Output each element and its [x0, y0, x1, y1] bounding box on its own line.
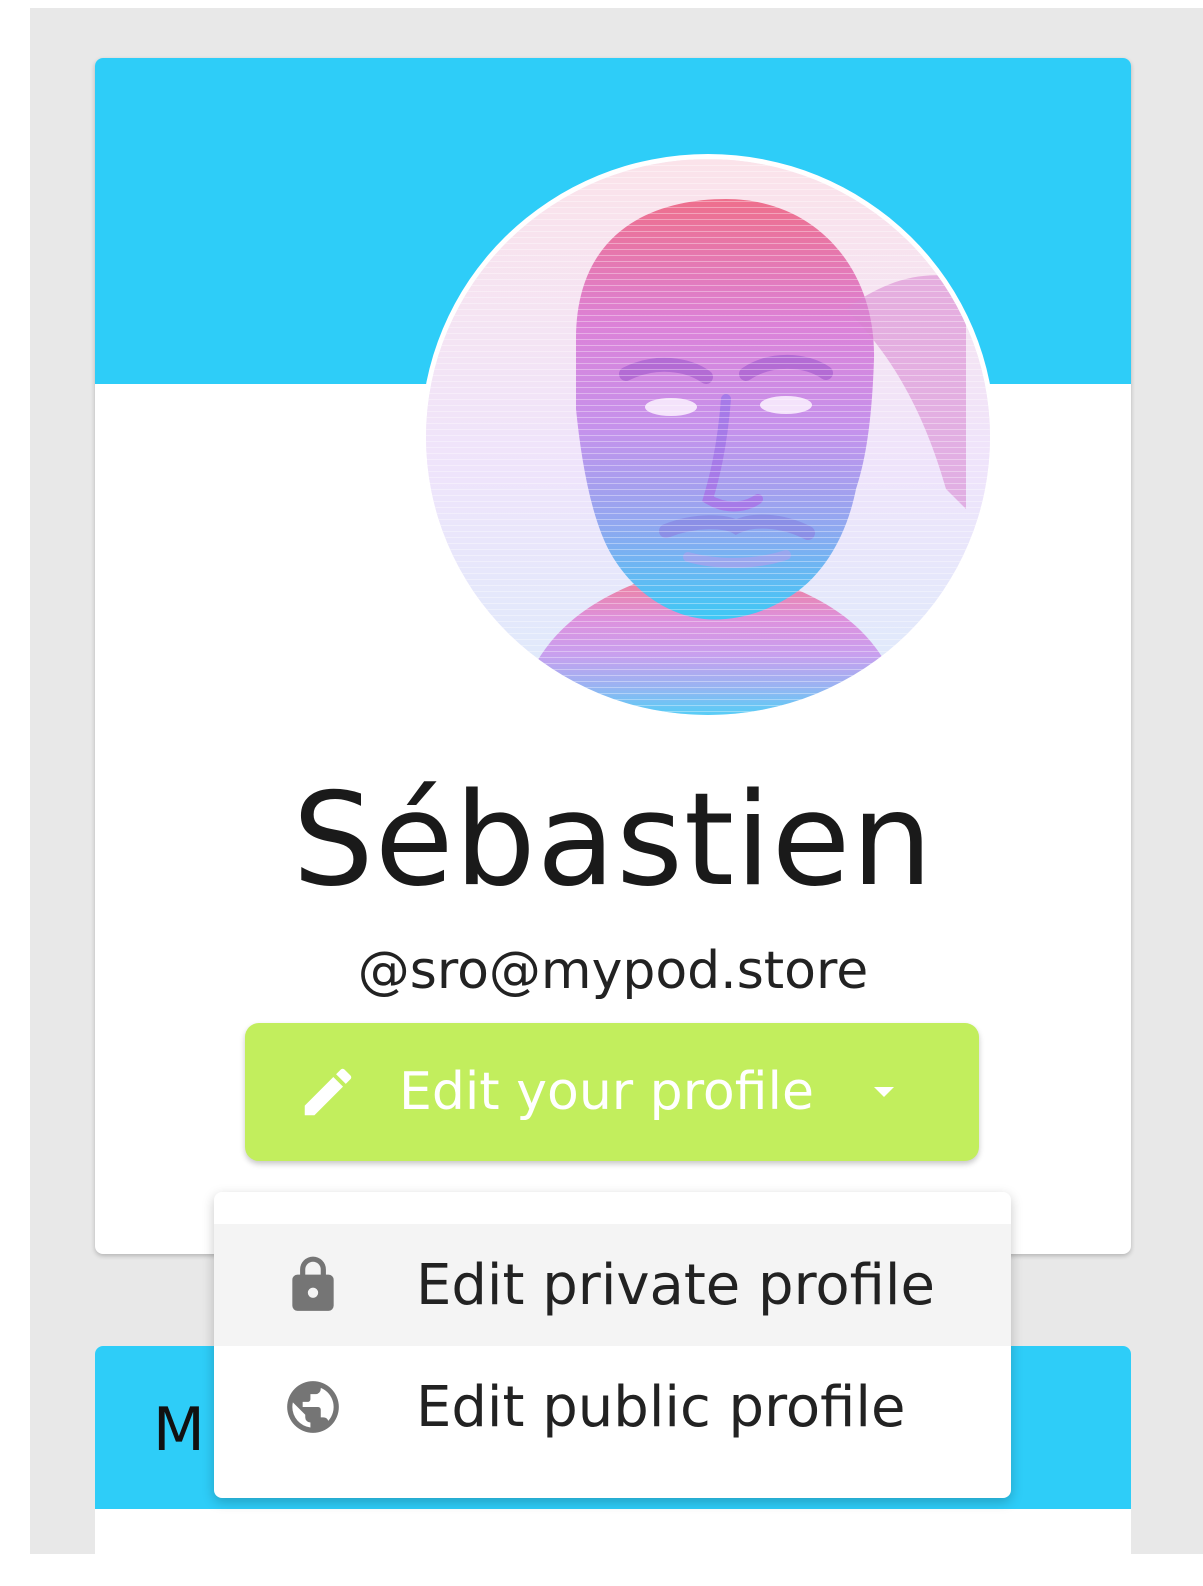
- lock-icon: [292, 1256, 334, 1311]
- avatar[interactable]: [421, 154, 995, 720]
- profile-name: Sébastien: [292, 766, 934, 915]
- menu-item-edit-private-profile[interactable]: Edit private profile: [214, 1224, 1011, 1346]
- caret-down-icon: [873, 1087, 894, 1097]
- edit-profile-dropdown: Edit private profile Edit public profile: [214, 1192, 1011, 1498]
- pencil-icon: [304, 1068, 352, 1116]
- profile-handle: @sro@mypod.store: [357, 941, 869, 1001]
- menu-item-label: Edit public profile: [416, 1374, 906, 1440]
- globe-icon: [287, 1381, 339, 1433]
- profile-card: Sébastien @sro@mypod.store Edit your pro…: [95, 58, 1131, 1254]
- edit-profile-label: Edit your profile: [399, 1062, 814, 1122]
- edit-profile-button[interactable]: Edit your profile: [245, 1023, 979, 1161]
- menu-item-edit-public-profile[interactable]: Edit public profile: [214, 1346, 1011, 1468]
- second-card-title: M: [153, 1395, 205, 1465]
- profile-portrait: [426, 159, 990, 715]
- menu-item-label: Edit private profile: [416, 1252, 935, 1318]
